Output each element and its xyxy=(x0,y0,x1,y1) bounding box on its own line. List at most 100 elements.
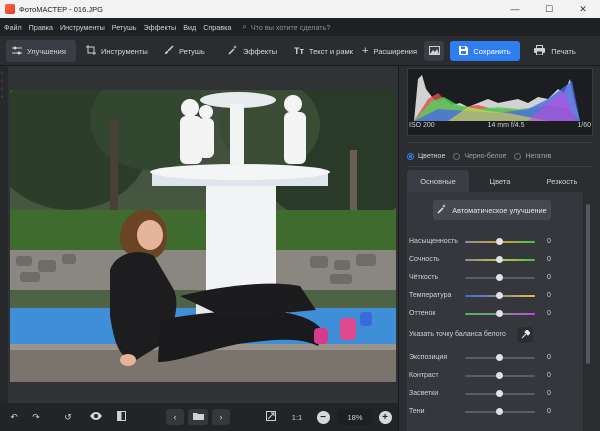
menu-search[interactable]: ⌕ Что вы хотите сделать? xyxy=(242,22,330,32)
menu-view[interactable]: Вид xyxy=(183,23,196,32)
redo-button[interactable]: ↷ xyxy=(28,409,44,425)
tab-extensions[interactable]: + Расширения xyxy=(356,40,423,62)
preview-button[interactable] xyxy=(86,409,106,425)
tab-effects[interactable]: Эффекты xyxy=(222,40,283,62)
slider-handle[interactable] xyxy=(496,408,503,415)
prev-photo-button[interactable]: ‹ xyxy=(166,409,184,425)
fit-screen-button[interactable] xyxy=(262,409,280,425)
eye-icon xyxy=(90,412,102,422)
slider-handle[interactable] xyxy=(496,310,503,317)
panel-scrollbar[interactable] xyxy=(584,192,593,431)
tab-text-frames[interactable]: Tт Текст и рамк xyxy=(288,40,359,62)
slider-handle[interactable] xyxy=(496,274,503,281)
adjustments-panel: ISO 200 14 mm f/4.5 1/60 Цветное Черно-б… xyxy=(398,66,600,431)
slider-label: Чёткость xyxy=(409,274,439,281)
radio-color[interactable]: Цветное xyxy=(407,152,445,160)
shutter-value: 1/60 xyxy=(577,122,591,129)
printer-icon xyxy=(534,45,546,57)
save-button[interactable]: Сохранить xyxy=(450,41,520,61)
slider-handle[interactable] xyxy=(496,238,503,245)
tab-label: Инструменты xyxy=(101,46,148,56)
zoom-in-button[interactable]: + xyxy=(378,409,392,425)
slider-label: Экспозиция xyxy=(409,354,448,361)
radio-dot xyxy=(407,152,414,160)
maximize-button[interactable]: ☐ xyxy=(532,0,566,18)
tab-enhance[interactable]: Улучшения xyxy=(6,40,76,62)
zoom-out-button[interactable]: − xyxy=(316,409,330,425)
close-button[interactable]: ✕ xyxy=(566,0,600,18)
folder-icon xyxy=(192,412,204,422)
contrast-slider[interactable]: Контраст 0 xyxy=(407,370,583,382)
exposure-slider[interactable]: Экспозиция 0 xyxy=(407,352,583,364)
white-balance-row: Указать точку баланса белого xyxy=(407,326,583,344)
next-photo-button[interactable]: › xyxy=(212,409,230,425)
slider-label: Температура xyxy=(409,292,452,299)
menu-help[interactable]: Справка xyxy=(203,23,231,32)
search-icon: ⌕ xyxy=(242,22,247,31)
slider-handle[interactable] xyxy=(496,390,503,397)
radio-label: Черно-белое xyxy=(464,152,507,160)
menu-edit[interactable]: Правка xyxy=(29,23,53,32)
vibrance-slider[interactable]: Сочность 0 xyxy=(407,254,583,266)
undo-icon: ↶ xyxy=(10,411,18,422)
tab-tools[interactable]: Инструменты xyxy=(80,40,154,62)
eyedropper-button[interactable] xyxy=(517,327,533,343)
radio-label: Негатив xyxy=(525,152,552,160)
menu-file[interactable]: Файл xyxy=(4,23,22,32)
reset-button[interactable]: ↺ xyxy=(60,409,76,425)
actual-size-button[interactable]: 1:1 xyxy=(288,409,306,425)
plus-icon: + xyxy=(362,45,369,57)
shadows-slider[interactable]: Тени 0 xyxy=(407,406,583,418)
tab-retouch[interactable]: Ретушь xyxy=(158,40,211,62)
saturation-slider[interactable]: Насыщенность 0 xyxy=(407,236,583,248)
compare-button[interactable] xyxy=(112,409,130,425)
undo-button[interactable]: ↶ xyxy=(6,409,22,425)
slider-handle[interactable] xyxy=(496,256,503,263)
chevron-right-icon: › xyxy=(1,86,3,92)
slider-label: Засветки xyxy=(409,390,439,397)
basic-adjustments: Автоматическое улучшение Насыщенность 0 … xyxy=(407,192,583,431)
auto-enhance-label: Автоматическое улучшение xyxy=(452,205,547,215)
print-label: Печать xyxy=(551,46,576,56)
tab-basic[interactable]: Основные xyxy=(407,170,469,192)
slider-handle[interactable] xyxy=(496,354,503,361)
print-button[interactable]: Печать xyxy=(526,41,584,61)
tab-label: Ретушь xyxy=(179,46,205,56)
reset-icon: ↺ xyxy=(64,411,72,422)
tab-label: Улучшения xyxy=(27,46,66,56)
minimize-button[interactable]: — xyxy=(498,0,532,18)
divider xyxy=(407,142,593,143)
clarity-slider[interactable]: Чёткость 0 xyxy=(407,272,583,284)
tint-slider[interactable]: Оттенок 0 xyxy=(407,308,583,320)
tab-label: Расширения xyxy=(373,46,418,56)
slider-label: Сочность xyxy=(409,256,440,263)
photo-canvas[interactable] xyxy=(8,66,398,403)
tab-label: Текст и рамк xyxy=(308,46,353,56)
tab-colors[interactable]: Цвета xyxy=(469,170,531,192)
menu-effects[interactable]: Эффекты xyxy=(144,23,177,32)
slider-handle[interactable] xyxy=(496,292,503,299)
menu-bar: Файл Правка Инструменты Ретушь Эффекты В… xyxy=(0,18,600,36)
radio-black-white[interactable]: Черно-белое xyxy=(453,152,507,160)
magic-wand-icon xyxy=(437,204,447,216)
tab-sharpness[interactable]: Резкость xyxy=(531,170,593,192)
text-icon: Tт xyxy=(294,46,304,56)
scrollbar-thumb[interactable] xyxy=(586,204,590,364)
eyedropper-icon xyxy=(521,328,531,341)
gallery-button[interactable] xyxy=(424,41,444,61)
color-mode-group: Цветное Черно-белое Негатив xyxy=(407,146,593,166)
plus-icon: + xyxy=(378,410,392,424)
slider-handle[interactable] xyxy=(496,372,503,379)
slider-value: 0 xyxy=(547,372,551,379)
radio-negative[interactable]: Негатив xyxy=(514,152,552,160)
left-collapse-strip[interactable]: › › › › xyxy=(0,66,8,403)
edited-photo[interactable] xyxy=(10,90,396,382)
highlights-slider[interactable]: Засветки 0 xyxy=(407,388,583,400)
open-folder-button[interactable] xyxy=(188,409,208,425)
menu-retouch[interactable]: Ретушь xyxy=(112,23,137,32)
menu-tools[interactable]: Инструменты xyxy=(60,23,105,32)
exif-info: ISO 200 14 mm f/4.5 1/60 xyxy=(409,122,591,129)
zoom-level[interactable]: 18% xyxy=(338,409,372,425)
temperature-slider[interactable]: Температура 0 xyxy=(407,290,583,302)
auto-enhance-button[interactable]: Автоматическое улучшение xyxy=(433,200,551,220)
